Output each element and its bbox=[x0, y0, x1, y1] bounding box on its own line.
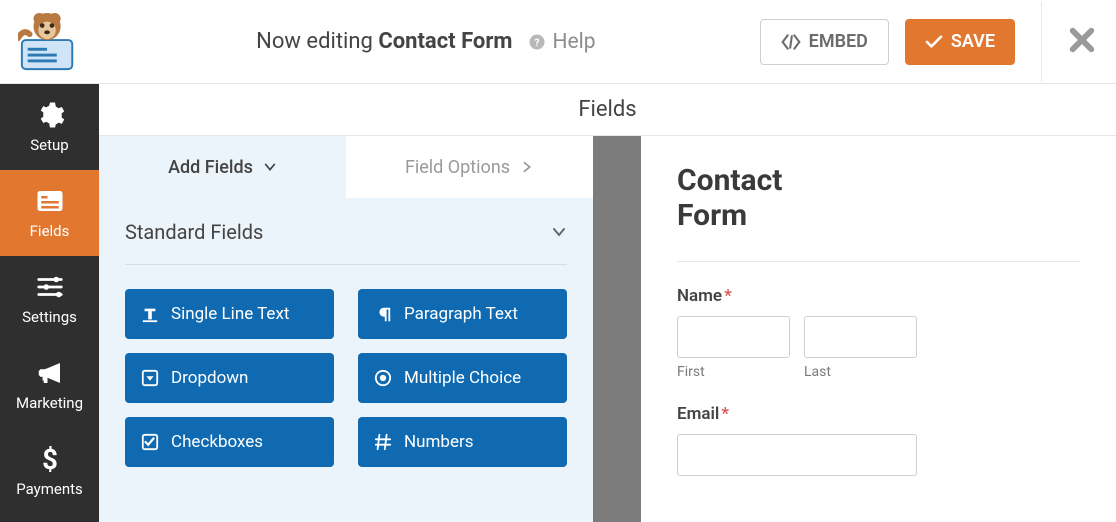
topbar-right: EMBED SAVE bbox=[760, 2, 1096, 82]
nav-label: Setup bbox=[30, 136, 68, 154]
field-label: Multiple Choice bbox=[404, 368, 521, 388]
code-icon bbox=[781, 34, 801, 50]
save-button[interactable]: SAVE bbox=[905, 19, 1015, 65]
preview-form-title: Contact Form bbox=[677, 164, 847, 233]
tab-field-options[interactable]: Field Options bbox=[346, 136, 593, 198]
tab-add-fields[interactable]: Add Fields bbox=[99, 136, 346, 198]
caret-square-icon bbox=[141, 369, 159, 387]
preview-divider bbox=[677, 261, 1080, 262]
last-sublabel: Last bbox=[804, 364, 917, 380]
check-square-icon bbox=[141, 433, 159, 451]
panel-tabs: Add Fields Field Options bbox=[99, 136, 593, 198]
field-paragraph-text[interactable]: Paragraph Text bbox=[358, 289, 567, 339]
form-preview: Contact Form Name* First bbox=[641, 136, 1116, 522]
help-icon: ? bbox=[528, 33, 546, 51]
tab-label: Field Options bbox=[405, 157, 510, 178]
section-title: Fields bbox=[99, 84, 1116, 136]
topbar-separator bbox=[1041, 2, 1042, 82]
label-text: Name bbox=[677, 286, 722, 306]
field-label: Checkboxes bbox=[171, 432, 263, 452]
workspace-divider bbox=[593, 136, 641, 522]
bullhorn-icon bbox=[35, 358, 65, 388]
form-icon bbox=[35, 186, 65, 216]
editing-form-name: Contact Form bbox=[378, 29, 512, 54]
editing-label: Now editing Contact Form bbox=[256, 29, 512, 54]
app-logo bbox=[6, 11, 92, 73]
field-group-header[interactable]: Standard Fields bbox=[125, 220, 567, 265]
gear-icon bbox=[35, 100, 65, 130]
field-label: Dropdown bbox=[171, 368, 248, 388]
embed-button[interactable]: EMBED bbox=[760, 19, 889, 65]
check-icon bbox=[925, 35, 943, 49]
first-sublabel: First bbox=[677, 364, 790, 380]
editing-prefix: Now editing bbox=[256, 29, 373, 54]
label-text: Email bbox=[677, 404, 719, 424]
required-asterisk: * bbox=[724, 286, 732, 306]
field-single-line-text[interactable]: Single Line Text bbox=[125, 289, 334, 339]
field-numbers[interactable]: Numbers bbox=[358, 417, 567, 467]
close-button[interactable] bbox=[1068, 26, 1096, 58]
nav-label: Fields bbox=[30, 222, 70, 240]
svg-text:$: $ bbox=[42, 444, 58, 474]
left-nav: Setup Fields Settings Marketing $ Paymen… bbox=[0, 84, 99, 522]
nav-label: Marketing bbox=[16, 394, 83, 412]
nav-label: Payments bbox=[16, 480, 83, 498]
nav-item-marketing[interactable]: Marketing bbox=[0, 342, 99, 428]
topbar-center: Now editing Contact Form ? Help bbox=[92, 29, 760, 54]
paragraph-icon bbox=[374, 305, 392, 323]
nav-label: Settings bbox=[22, 308, 77, 326]
email-label: Email* bbox=[677, 404, 1080, 424]
chevron-down-icon bbox=[551, 224, 567, 240]
tab-label: Add Fields bbox=[168, 157, 253, 178]
topbar: Now editing Contact Form ? Help EMBED SA… bbox=[0, 0, 1116, 84]
dollar-icon: $ bbox=[35, 444, 65, 474]
field-multiple-choice[interactable]: Multiple Choice bbox=[358, 353, 567, 403]
field-name[interactable]: Name* First Last bbox=[677, 286, 1080, 380]
field-group-label: Standard Fields bbox=[125, 220, 263, 244]
field-label: Numbers bbox=[404, 432, 474, 452]
chevron-down-icon bbox=[263, 160, 277, 174]
embed-label: EMBED bbox=[809, 31, 868, 52]
field-email[interactable]: Email* bbox=[677, 404, 1080, 476]
field-dropdown[interactable]: Dropdown bbox=[125, 353, 334, 403]
sliders-icon bbox=[35, 272, 65, 302]
name-label: Name* bbox=[677, 286, 1080, 306]
fields-panel: Add Fields Field Options Standard Fields bbox=[99, 136, 593, 522]
dot-circle-icon bbox=[374, 369, 392, 387]
email-input[interactable] bbox=[677, 434, 917, 476]
text-icon bbox=[141, 305, 159, 323]
field-label: Single Line Text bbox=[171, 304, 289, 324]
help-link[interactable]: ? Help bbox=[528, 30, 595, 54]
field-label: Paragraph Text bbox=[404, 304, 518, 324]
nav-item-fields[interactable]: Fields bbox=[0, 170, 99, 256]
field-grid: Single Line Text Paragraph Text Dropdown bbox=[125, 289, 567, 467]
last-name-input[interactable] bbox=[804, 316, 917, 358]
first-name-input[interactable] bbox=[677, 316, 790, 358]
hash-icon bbox=[374, 433, 392, 451]
nav-item-settings[interactable]: Settings bbox=[0, 256, 99, 342]
save-label: SAVE bbox=[951, 31, 995, 52]
svg-text:?: ? bbox=[535, 35, 540, 48]
nav-item-payments[interactable]: $ Payments bbox=[0, 428, 99, 514]
close-icon bbox=[1068, 26, 1096, 54]
field-checkboxes[interactable]: Checkboxes bbox=[125, 417, 334, 467]
help-label: Help bbox=[552, 30, 595, 54]
required-asterisk: * bbox=[721, 404, 729, 424]
chevron-right-icon bbox=[520, 160, 534, 174]
nav-item-setup[interactable]: Setup bbox=[0, 84, 99, 170]
